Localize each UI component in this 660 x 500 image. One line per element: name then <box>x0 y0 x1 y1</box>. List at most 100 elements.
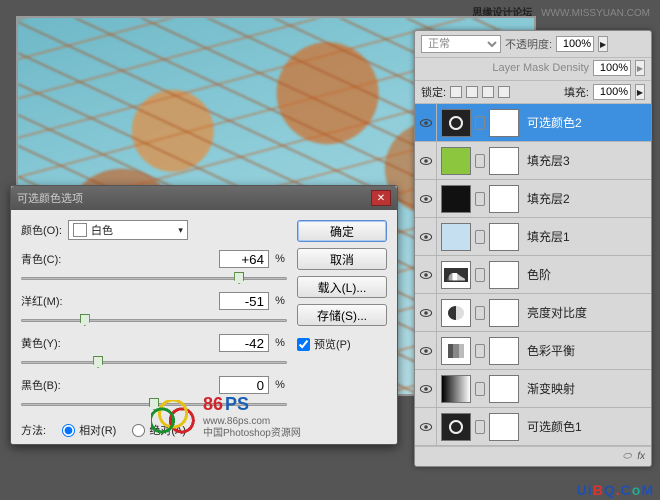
mask-thumb[interactable] <box>489 223 519 251</box>
percent-label: % <box>273 337 287 349</box>
color-name: 白色 <box>91 222 113 238</box>
visibility-toggle[interactable] <box>415 218 437 255</box>
density-input[interactable] <box>593 60 631 76</box>
lock-transparent-icon[interactable] <box>450 86 462 98</box>
close-button[interactable]: ✕ <box>371 190 391 206</box>
mask-thumb[interactable] <box>489 337 519 365</box>
black-input[interactable] <box>219 376 269 394</box>
yellow-slider[interactable] <box>21 354 287 370</box>
color-swatch <box>73 223 87 237</box>
mask-link-icon[interactable] <box>475 268 485 282</box>
visibility-toggle[interactable] <box>415 408 437 445</box>
layer-row-levels[interactable]: 色阶 <box>415 256 651 294</box>
fill-thumb[interactable] <box>441 147 471 175</box>
layer-row-brightness-contrast[interactable]: 亮度对比度 <box>415 294 651 332</box>
yellow-input[interactable] <box>219 334 269 352</box>
layer-row-gradient-map[interactable]: 渐变映射 <box>415 370 651 408</box>
layer-row-fill-1[interactable]: 填充层1 <box>415 218 651 256</box>
lock-move-icon[interactable] <box>482 86 494 98</box>
brightness-contrast-icon <box>448 306 464 320</box>
watermark-tagline: 中国Photoshop资源网 <box>203 428 301 440</box>
opacity-flyout[interactable]: ▶ <box>598 36 608 52</box>
fx-icon[interactable]: fx <box>637 451 645 462</box>
selective-color-dialog: 可选颜色选项 ✕ 颜色(O): 白色 ▾ 青色(C): % <box>10 185 398 445</box>
adjustment-thumb[interactable] <box>441 337 471 365</box>
forum-url: WWW.MISSYUAN.COM <box>541 8 650 19</box>
fill-thumb[interactable] <box>441 185 471 213</box>
load-button[interactable]: 载入(L)... <box>297 276 387 298</box>
mask-link-icon[interactable] <box>475 382 485 396</box>
visibility-toggle[interactable] <box>415 294 437 331</box>
fill-thumb[interactable] <box>441 223 471 251</box>
preview-checkbox[interactable]: 预览(P) <box>297 336 387 352</box>
magenta-slider[interactable] <box>21 312 287 328</box>
adjustment-thumb[interactable] <box>441 261 471 289</box>
relative-radio[interactable]: 相对(R) <box>62 422 116 438</box>
adjustment-thumb[interactable] <box>441 109 471 137</box>
magenta-input[interactable] <box>219 292 269 310</box>
mask-thumb[interactable] <box>489 109 519 137</box>
mask-link-icon[interactable] <box>475 306 485 320</box>
layer-name: 渐变映射 <box>523 380 575 397</box>
cancel-button[interactable]: 取消 <box>297 248 387 270</box>
layer-row-selective-color-1[interactable]: 可选颜色1 <box>415 408 651 446</box>
adjustment-thumb[interactable] <box>441 413 471 441</box>
color-dropdown[interactable]: 白色 ▾ <box>68 220 188 240</box>
chevron-down-icon: ▾ <box>178 225 183 236</box>
mask-link-icon[interactable] <box>475 154 485 168</box>
link-layers-icon[interactable]: ⬭ <box>623 451 632 462</box>
save-button[interactable]: 存储(S)... <box>297 304 387 326</box>
layer-name: 填充层3 <box>523 152 570 169</box>
mask-thumb[interactable] <box>489 261 519 289</box>
cyan-input[interactable] <box>219 250 269 268</box>
mask-link-icon[interactable] <box>475 420 485 434</box>
layer-row-fill-3[interactable]: 填充层3 <box>415 142 651 180</box>
visibility-toggle[interactable] <box>415 256 437 293</box>
layer-row-fill-2[interactable]: 填充层2 <box>415 180 651 218</box>
fill-flyout[interactable]: ▶ <box>635 84 645 100</box>
blend-mode-select[interactable]: 正常 <box>421 35 501 53</box>
brand-ps: PS <box>225 394 249 414</box>
mask-link-icon[interactable] <box>475 344 485 358</box>
percent-label: % <box>273 253 287 265</box>
mask-thumb[interactable] <box>489 413 519 441</box>
layers-lock-row: 锁定: 填充: ▶ <box>415 81 651 104</box>
layers-list: 可选颜色2 填充层3 填充层2 <box>415 104 651 446</box>
adjustment-thumb[interactable] <box>441 375 471 403</box>
layers-blend-row: 正常 不透明度: ▶ <box>415 31 651 58</box>
visibility-toggle[interactable] <box>415 332 437 369</box>
mask-thumb[interactable] <box>489 375 519 403</box>
layers-density-row: Layer Mask Density ▶ <box>415 58 651 81</box>
density-flyout[interactable]: ▶ <box>635 60 645 76</box>
mask-thumb[interactable] <box>489 147 519 175</box>
layer-row-selective-color-2[interactable]: 可选颜色2 <box>415 104 651 142</box>
mask-thumb[interactable] <box>489 299 519 327</box>
layer-name: 色阶 <box>523 266 551 283</box>
mask-thumb[interactable] <box>489 185 519 213</box>
mask-link-icon[interactable] <box>475 116 485 130</box>
cyan-slider[interactable] <box>21 270 287 286</box>
layer-name: 色彩平衡 <box>523 342 575 359</box>
percent-label: % <box>273 379 287 391</box>
footer-watermark: UiBQ.CoM <box>577 482 654 498</box>
color-label: 颜色(O): <box>21 222 62 238</box>
cyan-slider-group: 青色(C): % <box>21 250 287 286</box>
layer-row-color-balance[interactable]: 色彩平衡 <box>415 332 651 370</box>
lock-brush-icon[interactable] <box>466 86 478 98</box>
fill-input[interactable] <box>593 84 631 100</box>
visibility-toggle[interactable] <box>415 142 437 179</box>
visibility-toggle[interactable] <box>415 180 437 217</box>
mask-link-icon[interactable] <box>475 192 485 206</box>
opacity-input[interactable] <box>556 36 594 52</box>
visibility-toggle[interactable] <box>415 104 437 141</box>
levels-icon <box>444 268 468 282</box>
magenta-slider-group: 洋红(M): % <box>21 292 287 328</box>
layer-name: 可选颜色1 <box>523 418 582 435</box>
lock-all-icon[interactable] <box>498 86 510 98</box>
dialog-titlebar[interactable]: 可选颜色选项 ✕ <box>11 186 397 210</box>
mask-link-icon[interactable] <box>475 230 485 244</box>
adjustment-thumb[interactable] <box>441 299 471 327</box>
visibility-toggle[interactable] <box>415 370 437 407</box>
ok-button[interactable]: 确定 <box>297 220 387 242</box>
watermark-86ps: 86PS www.86ps.com 中国Photoshop资源网 <box>151 394 301 440</box>
